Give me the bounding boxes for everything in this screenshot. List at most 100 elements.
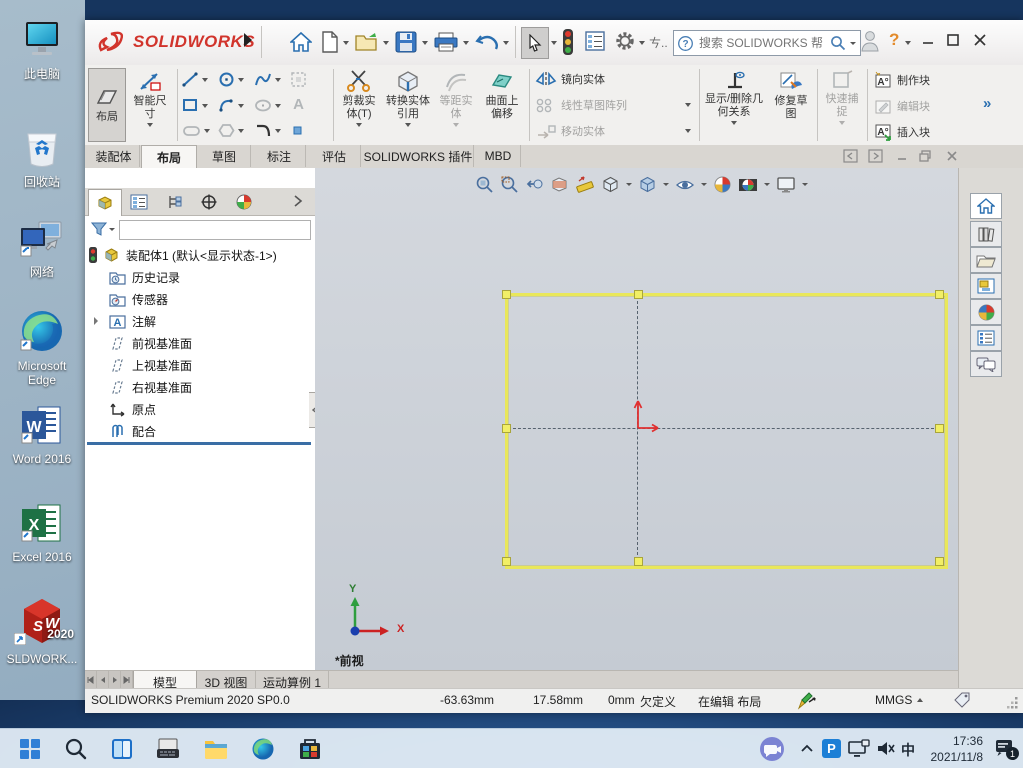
surface-offset-button[interactable]: 曲面上偏移	[479, 69, 525, 121]
sketch-vertex-handle[interactable]	[502, 290, 511, 299]
rollback-bar[interactable]	[87, 442, 311, 445]
display-style-caret[interactable]	[663, 183, 669, 186]
fm-tab-overflow-chevron[interactable]	[293, 194, 303, 208]
new-document-caret[interactable]	[343, 41, 349, 45]
tray-volume-muted-icon[interactable]	[876, 740, 896, 757]
smart-dimension-button[interactable]: 智能尺寸	[129, 69, 171, 127]
slot-tool-icon[interactable]	[182, 124, 201, 138]
zoom-fit-icon[interactable]	[475, 175, 494, 194]
status-units-caret[interactable]	[917, 698, 923, 702]
offset-entities-caret[interactable]	[453, 123, 459, 127]
search-magnifier-icon[interactable]	[830, 35, 846, 51]
sketch-midpoint-handle[interactable]	[935, 424, 944, 433]
user-account-icon[interactable]	[861, 30, 879, 52]
view-settings-caret[interactable]	[802, 183, 808, 186]
fillet-tool-icon[interactable]	[254, 122, 272, 139]
view-settings-icon[interactable]	[776, 175, 796, 194]
make-block-button[interactable]: A° 制作块	[873, 71, 930, 89]
smart-dimension-caret[interactable]	[147, 123, 153, 127]
tray-display-cast-icon[interactable]	[848, 739, 870, 759]
doc-next-window-button[interactable]	[868, 149, 883, 163]
sketch-vertex-handle[interactable]	[935, 290, 944, 299]
polygon-tool-caret[interactable]	[238, 129, 244, 133]
search-box[interactable]: ?	[673, 30, 861, 56]
insert-block-button[interactable]: A° 插入块	[873, 123, 930, 141]
tree-item-right-plane[interactable]: 右视基准面	[85, 376, 313, 398]
status-units[interactable]: MMGS	[875, 693, 912, 707]
fm-tab-dimxpertmanager[interactable]	[193, 189, 225, 215]
save-caret[interactable]	[422, 41, 428, 45]
undo-icon[interactable]	[475, 32, 499, 52]
new-document-icon[interactable]	[321, 31, 339, 53]
display-delete-relations-button[interactable]: 显示/删除几何关系	[703, 69, 765, 125]
window-minimize-button[interactable]	[921, 34, 935, 48]
file-properties-icon[interactable]	[585, 31, 605, 51]
rectangle-tool-icon[interactable]	[182, 97, 199, 114]
ellipse-tool-caret[interactable]	[275, 104, 281, 108]
tab-markup[interactable]: 标注	[253, 145, 306, 167]
tree-item-history[interactable]: 历史记录	[85, 266, 313, 288]
taskpane-forum-tab[interactable]	[970, 351, 1002, 377]
section-view-icon[interactable]	[550, 175, 569, 194]
arc-tool-icon[interactable]	[218, 97, 235, 114]
graphics-viewport[interactable]: Y X *前视	[315, 168, 958, 670]
truncated-toolbar-item[interactable]: ㄘ..	[649, 34, 668, 51]
print-caret[interactable]	[463, 41, 469, 45]
trim-entities-caret[interactable]	[356, 123, 362, 127]
doc-nav-last-button[interactable]	[121, 671, 133, 689]
window-maximize-button[interactable]	[946, 33, 960, 47]
relations-caret[interactable]	[731, 121, 737, 125]
tree-item-mates[interactable]: 配合	[85, 420, 313, 442]
sketch-midpoint-handle[interactable]	[634, 290, 643, 299]
previous-view-icon[interactable]	[525, 175, 544, 194]
edit-block-button[interactable]: 编辑块	[873, 97, 930, 115]
teams-chat-button[interactable]	[758, 735, 786, 763]
help-button[interactable]: ?	[889, 30, 899, 50]
spline-tool-icon[interactable]	[254, 71, 272, 88]
linear-sketch-pattern-button[interactable]: 线性草图阵列	[535, 97, 627, 113]
taskpane-file-explorer-tab[interactable]	[970, 247, 1002, 273]
view-orientation-caret[interactable]	[626, 183, 632, 186]
status-sketch-pencil-icon[interactable]	[797, 692, 817, 710]
text-tool-icon[interactable]: A	[290, 95, 307, 113]
expand-arrow-icon[interactable]	[93, 316, 99, 326]
doc-close-button[interactable]	[945, 149, 959, 163]
search-caret[interactable]	[850, 42, 856, 45]
fillet-tool-caret[interactable]	[275, 129, 281, 133]
taskpane-home-tab[interactable]	[970, 193, 1002, 219]
layout-tool-button[interactable]: 布局	[88, 68, 126, 142]
tray-clock[interactable]: 17:36 2021/11/8	[925, 733, 983, 765]
options-caret[interactable]	[639, 41, 645, 45]
desktop-icon-excel[interactable]: X Excel 2016	[0, 503, 84, 564]
fm-tab-configurationmanager[interactable]	[158, 189, 190, 215]
zoom-area-icon[interactable]	[500, 175, 519, 194]
spline-tool-caret[interactable]	[275, 78, 281, 82]
open-icon[interactable]	[355, 32, 379, 52]
desktop-icon-this-pc[interactable]: 此电脑	[0, 20, 84, 82]
fm-tab-propertymanager[interactable]	[123, 189, 155, 215]
tab-mbd[interactable]: MBD	[476, 145, 521, 167]
tray-show-hidden-button[interactable]	[800, 743, 814, 753]
apply-scene-icon[interactable]	[738, 175, 758, 194]
search-input[interactable]	[697, 35, 826, 51]
tree-root-assembly[interactable]: 装配体1 (默认<显示状态-1>)	[85, 244, 313, 266]
task-view-button[interactable]	[110, 737, 134, 761]
window-close-button[interactable]	[973, 33, 987, 47]
tree-item-front-plane[interactable]: 前视基准面	[85, 332, 313, 354]
tree-item-origin[interactable]: 原点	[85, 398, 313, 420]
doc-prev-window-button[interactable]	[843, 149, 858, 163]
desktop-icon-word[interactable]: W Word 2016	[0, 405, 84, 466]
taskpane-design-library-tab[interactable]	[970, 221, 1002, 247]
save-icon[interactable]	[395, 31, 417, 53]
select-tool-caret[interactable]	[551, 41, 557, 45]
tray-picpick-button[interactable]: P	[822, 739, 841, 758]
trim-entities-button[interactable]: 剪裁实体(T)	[337, 69, 381, 127]
pinned-app-dark-icon[interactable]	[155, 737, 181, 761]
tree-item-sensors[interactable]: 传感器	[85, 288, 313, 310]
sketch-vertex-handle[interactable]	[502, 557, 511, 566]
sketch-vertex-handle[interactable]	[935, 557, 944, 566]
status-tag-icon[interactable]	[953, 692, 971, 708]
logo-flyout-arrow-icon[interactable]	[243, 32, 253, 48]
tray-ime-indicator[interactable]: 中	[901, 740, 915, 760]
desktop-icon-solidworks[interactable]: SW 2020 SLDWORK...	[0, 595, 84, 666]
